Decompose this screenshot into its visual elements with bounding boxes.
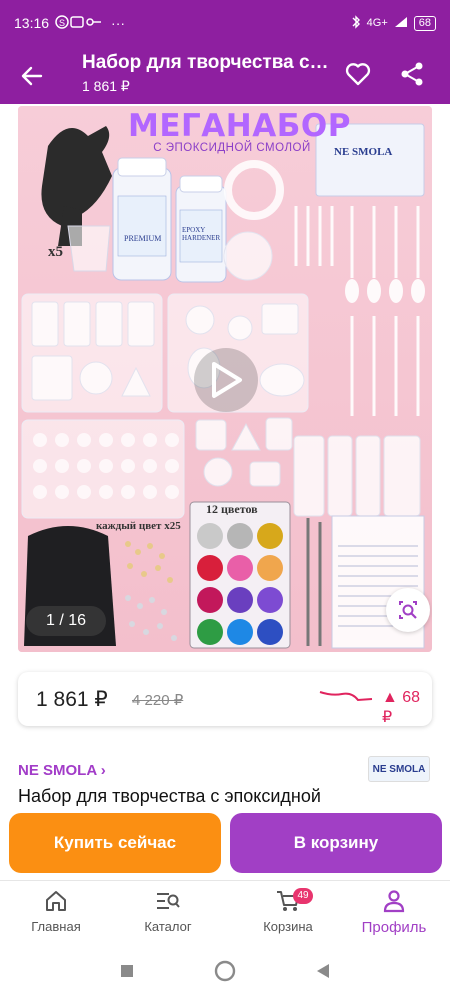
play-icon <box>212 362 242 398</box>
heart-icon <box>345 63 371 86</box>
page-title: Набор для творчества с эпоксидной смолой <box>82 52 332 73</box>
price-card: 1 861 ₽ 4 220 ₽ ▲ 68 ₽ <box>18 672 432 726</box>
image-search-button[interactable] <box>386 588 430 632</box>
gallery-headline-sub: С ЭПОКСИДНОЙ СМОЛОЙ <box>153 142 311 154</box>
bottom-navigation: Главная Каталог 49 Корзина Профиль <box>0 880 450 946</box>
profile-icon <box>383 890 405 913</box>
battery-indicator: 68 <box>413 15 436 31</box>
home-icon <box>46 891 66 911</box>
play-video-button[interactable] <box>194 348 258 412</box>
nav-item-catalog[interactable]: Каталог <box>123 889 213 934</box>
old-price: 4 220 ₽ <box>132 692 184 709</box>
network-type: 4G+ <box>366 17 388 29</box>
app-bar: Набор для творчества с эпоксидной смолой… <box>0 46 450 104</box>
price-trend-line <box>319 691 373 702</box>
image-search-icon <box>399 601 417 619</box>
bluetooth-icon <box>351 14 361 32</box>
nav-label-profile: Профиль <box>361 919 427 936</box>
share-button[interactable] <box>396 58 428 90</box>
arrow-left-icon <box>21 66 43 86</box>
back-button[interactable] <box>14 58 50 94</box>
nav-label-cart: Корзина <box>263 919 313 934</box>
photo-colors-label: 12 цветов <box>206 502 258 516</box>
header-price: 1 861 ₽ <box>82 78 130 94</box>
nav-label-catalog: Каталог <box>144 919 192 934</box>
catalog-search-icon <box>157 893 180 909</box>
cart-count-badge: 49 <box>293 888 313 904</box>
nav-item-cart[interactable]: 49 Корзина <box>243 888 333 934</box>
nav-item-home[interactable]: Главная <box>11 889 101 934</box>
circle-icon <box>214 960 236 981</box>
share-icon <box>401 62 423 86</box>
status-time: 13:16 <box>14 15 50 31</box>
product-image-gallery[interactable]: МЕГАНАБОР С ЭПОКСИДНОЙ СМОЛОЙ NE SMOLA P… <box>18 106 432 652</box>
back-system-button[interactable] <box>316 963 330 984</box>
photo-box-brand: NE SMOLA <box>334 146 393 158</box>
add-to-cart-button[interactable]: В корзину <box>230 813 442 873</box>
status-bar: 13:16 S ··· 4G+ 68 <box>0 0 450 46</box>
system-navigation-bar <box>0 946 450 1000</box>
photo-bottle-b-label: EPOXY HARDENER <box>182 226 221 242</box>
photo-bottle-a-label: PREMIUM <box>124 234 162 243</box>
home-system-button[interactable] <box>214 960 236 987</box>
buy-now-button[interactable]: Купить сейчас <box>9 813 221 873</box>
svg-text:S: S <box>59 18 65 28</box>
image-counter: 1 / 16 <box>26 606 106 636</box>
favorite-button[interactable] <box>342 58 374 90</box>
product-title: Набор для творчества с эпоксидной <box>18 786 321 806</box>
nav-label-home: Главная <box>31 919 81 934</box>
signal-icon <box>394 16 408 31</box>
nav-item-profile[interactable]: Профиль <box>349 889 439 936</box>
brand-logo[interactable]: NE SMOLA <box>368 756 430 782</box>
square-icon <box>121 964 133 977</box>
price-change[interactable]: ▲ 68 ₽ <box>382 689 432 727</box>
recent-apps-button[interactable] <box>120 964 134 983</box>
more-dots: ··· <box>111 15 126 31</box>
photo-x5-label: x5 <box>48 244 63 260</box>
photo-each-color-label: каждый цвет x25 <box>96 520 181 532</box>
notification-icons: S <box>55 14 105 32</box>
current-price: 1 861 ₽ <box>36 688 108 711</box>
brand-link[interactable]: NE SMOLA › <box>18 762 106 779</box>
gallery-headline: МЕГАНАБОР <box>128 108 351 144</box>
triangle-back-icon <box>317 963 329 978</box>
